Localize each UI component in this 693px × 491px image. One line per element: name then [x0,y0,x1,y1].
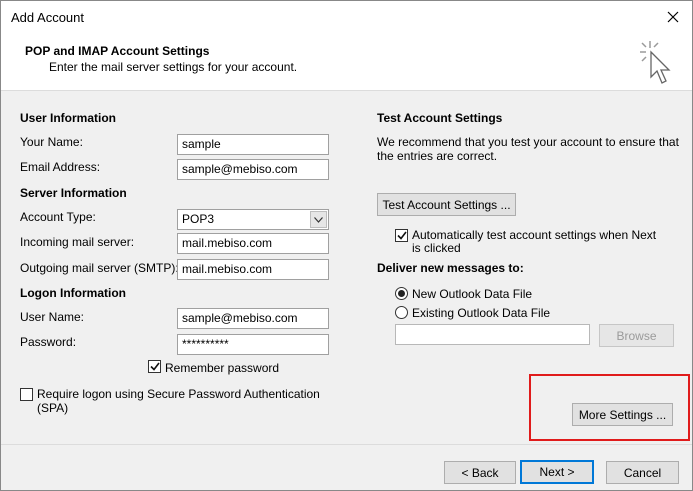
password-label: Password: [20,335,77,349]
incoming-server-label: Incoming mail server: [20,235,135,249]
new-data-file-label: New Outlook Data File [412,287,533,301]
existing-data-file-radio[interactable] [395,306,408,319]
browse-button[interactable]: Browse [599,324,674,347]
existing-data-file-label: Existing Outlook Data File [412,306,551,320]
auto-test-label-line1: Automatically test account settings when… [412,228,657,242]
footer-divider [1,444,692,445]
user-info-heading: User Information [20,111,117,125]
user-name-label: User Name: [20,310,85,324]
your-name-input[interactable]: sample [177,134,329,155]
dropdown-arrow[interactable] [310,211,327,228]
close-icon [667,11,679,23]
server-info-heading: Server Information [20,186,127,200]
auto-test-label-line2: is clicked [412,241,461,255]
account-type-label: Account Type: [20,210,96,224]
remember-password-checkbox[interactable] [148,360,161,373]
data-file-path-input[interactable] [395,324,590,345]
incoming-server-input[interactable]: mail.mebiso.com [177,233,329,254]
close-button[interactable] [660,5,686,29]
chevron-down-icon [314,216,323,223]
your-name-label: Your Name: [20,135,83,149]
wizard-cursor-icon [640,41,671,84]
cancel-button[interactable]: Cancel [606,461,679,484]
header-title: POP and IMAP Account Settings [25,44,210,58]
outgoing-server-label: Outgoing mail server (SMTP): [20,261,179,275]
window-title: Add Account [11,10,84,25]
next-button[interactable]: Next > [520,460,594,484]
user-name-input[interactable]: sample@mebiso.com [177,308,329,329]
auto-test-checkbox[interactable] [395,229,408,242]
dialog-header: POP and IMAP Account Settings Enter the … [1,33,692,91]
test-account-settings-button[interactable]: Test Account Settings ... [377,193,516,216]
check-icon [149,362,160,371]
password-input[interactable]: ********** [177,334,329,355]
account-type-select[interactable]: POP3 [177,209,329,230]
new-data-file-radio[interactable] [395,287,408,300]
header-subtitle: Enter the mail server settings for your … [49,60,298,74]
test-settings-description-line1: We recommend that you test your account … [377,135,679,149]
more-settings-button[interactable]: More Settings ... [572,403,673,426]
spa-checkbox[interactable] [20,388,33,401]
outgoing-server-input[interactable]: mail.mebiso.com [177,259,329,280]
email-address-input[interactable]: sample@mebiso.com [177,159,329,180]
deliver-messages-heading: Deliver new messages to: [377,261,524,275]
back-button[interactable]: < Back [444,461,516,484]
check-icon [396,231,407,240]
account-type-value: POP3 [182,212,215,226]
test-settings-description-line2: the entries are correct. [377,149,498,163]
remember-password-label: Remember password [165,361,280,375]
email-address-label: Email Address: [20,160,101,174]
title-bar: Add Account [1,1,692,33]
spa-label-line1: Require logon using Secure Password Auth… [37,387,320,401]
logon-info-heading: Logon Information [20,286,126,300]
test-settings-heading: Test Account Settings [377,111,503,125]
add-account-dialog: Add Account POP and IMAP Account Setting… [0,0,693,491]
spa-label-line2: (SPA) [37,401,69,415]
